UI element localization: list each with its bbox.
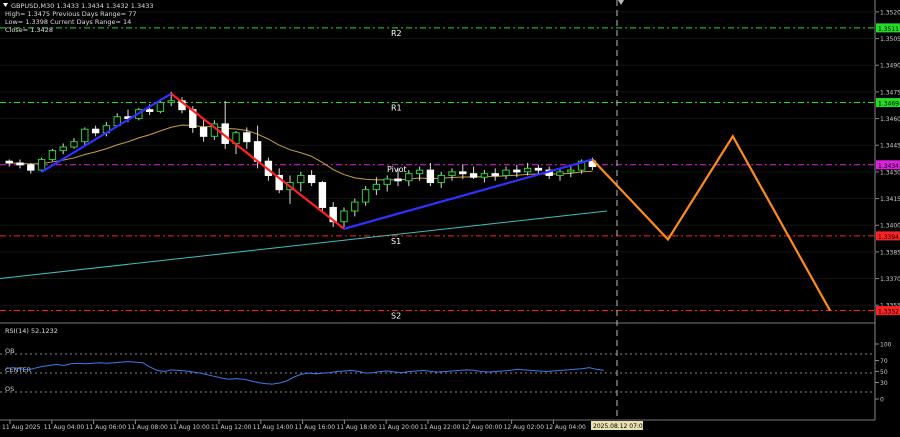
time-tick-label: 11 Aug 18:00	[336, 424, 377, 431]
candle-body	[426, 169, 435, 184]
candle-body	[48, 150, 57, 160]
candle-body	[361, 189, 370, 203]
time-tick-label: 11 Aug 20:00	[378, 424, 419, 431]
header-line-4: Close= 1.3428	[5, 26, 53, 34]
candle-body	[81, 128, 89, 143]
candle-body	[502, 169, 510, 176]
r1-label: R1	[391, 104, 402, 113]
time-tick-label: 12 Aug 00:00	[462, 424, 503, 431]
price-chart[interactable]: R2 R1 Pivot S1 S2 1.3520 1.3505 1.3490 1.34…	[0, 0, 900, 437]
price-tag-text-r2: 1.3511	[878, 26, 899, 33]
header-line-3: Low= 1.3398 Current Days Range= 14	[5, 18, 131, 26]
candle-body	[405, 173, 413, 182]
rsi-tick-label: 30	[880, 380, 888, 387]
candle-body	[459, 171, 467, 175]
candle-body	[491, 173, 499, 176]
candle-body	[534, 167, 543, 171]
candle-body	[394, 178, 402, 182]
rsi-tick-label: 100	[880, 342, 892, 349]
candle-body	[307, 174, 316, 184]
symbol-line: GBPUSD,M30 1.3433 1.3434 1.3432 1.3433	[11, 2, 154, 10]
candle-body	[318, 182, 327, 208]
candle-body	[469, 173, 478, 178]
price-tick-label: 1.3505	[880, 36, 900, 43]
s1-label: S1	[391, 237, 401, 246]
time-tick-label: 11 Aug 16:00	[295, 424, 336, 431]
time-tick-label: 11 Aug 2025	[2, 424, 41, 431]
price-tick-label: 1.3415	[880, 196, 900, 203]
time-tick-label: 11 Aug 06:00	[86, 424, 127, 431]
price-tick-label: 1.3460	[880, 116, 900, 123]
price-tick-label: 1.3400	[880, 223, 900, 230]
rsi-tick-label: 50	[880, 369, 888, 376]
candle-body	[556, 171, 564, 176]
candle-body	[91, 128, 100, 134]
rsi-os-label: OS	[5, 385, 14, 393]
price-tag-text-pivot: 1.3434	[878, 163, 899, 170]
candle-body	[297, 174, 305, 184]
candle-body	[372, 183, 381, 191]
candle-body	[523, 167, 532, 173]
candle-body	[437, 174, 445, 184]
candle-body	[351, 201, 359, 212]
time-tick-label: 11 Aug 14:00	[253, 424, 294, 431]
candle-body	[59, 146, 67, 152]
price-tick-label: 1.3475	[880, 89, 900, 96]
time-tick-label: 11 Aug 12:00	[211, 424, 252, 431]
time-tick-label: 11 Aug 08:00	[127, 424, 168, 431]
candle-body	[243, 132, 251, 143]
candle-body	[27, 164, 35, 171]
time-tick-label: 11 Aug 22:00	[420, 424, 461, 431]
pivot-label: Pivot	[387, 165, 407, 174]
s2-label: S2	[391, 312, 401, 321]
candle-body	[16, 162, 24, 166]
cursor-time-label: 2025.08.12 07:00	[593, 423, 647, 430]
candle-body	[5, 160, 13, 164]
rsi-tick-label: 0	[880, 397, 884, 404]
candle-body	[37, 158, 46, 171]
candle-body	[167, 100, 175, 104]
price-tick-label: 1.3490	[880, 63, 900, 70]
r2-label: R2	[391, 29, 402, 38]
candle-body	[480, 173, 489, 178]
price-tick-label: 1.3430	[880, 169, 900, 176]
candle-body	[513, 169, 521, 173]
candle-body	[383, 178, 391, 185]
price-tag-text-s2: 1.3352	[878, 309, 899, 316]
candle-body	[70, 141, 78, 148]
candle-body	[340, 210, 348, 223]
candle-body	[199, 126, 208, 137]
time-tick-label: 12 Aug 02:00	[504, 424, 545, 431]
candle-body	[156, 102, 165, 112]
header-line-2: High= 1.3475 Previous Days Range= 77	[5, 10, 136, 18]
price-tag-text-r1: 1.3469	[878, 101, 899, 108]
candle-body	[448, 171, 456, 176]
price-tag-text-s1: 1.3394	[878, 234, 899, 241]
rsi-ob-label: OB	[5, 347, 15, 355]
price-tick-label: 1.3520	[880, 9, 900, 16]
time-tick-label: 12 Aug 04:00	[545, 424, 586, 431]
price-tick-label: 1.3385	[880, 249, 900, 256]
price-tick-label: 1.3370	[880, 276, 900, 283]
time-tick-label: 11 Aug 10:00	[169, 424, 210, 431]
price-tick-label: 1.3445	[880, 143, 900, 150]
candle-body	[567, 169, 575, 173]
candle-body	[145, 109, 154, 112]
rsi-title: RSI(14) 52.1232	[5, 327, 58, 335]
rsi-tick-label: 70	[880, 358, 888, 365]
candle-body	[415, 169, 424, 175]
time-tick-label: 11 Aug 04:00	[44, 424, 85, 431]
